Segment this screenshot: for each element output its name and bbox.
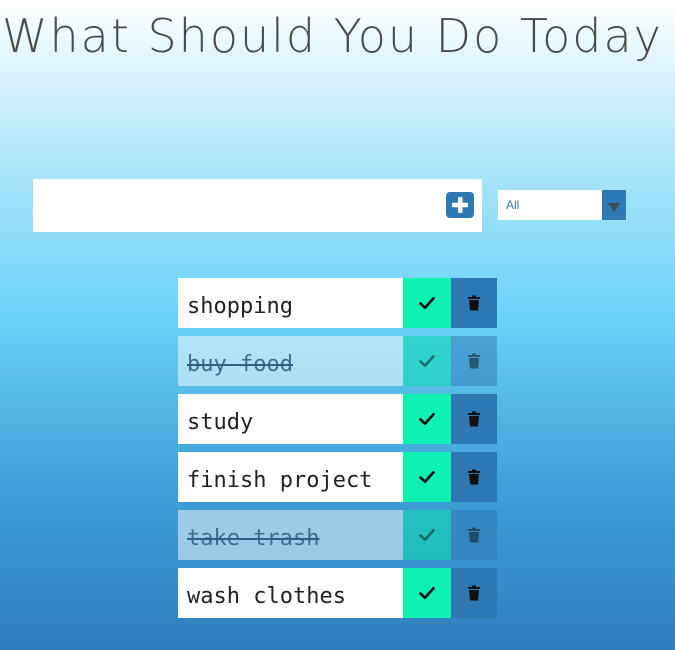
add-todo-form xyxy=(33,179,482,232)
trash-icon xyxy=(468,411,480,427)
todo-text: finish project xyxy=(178,452,403,502)
page-title: What Should You Do Today xyxy=(2,9,663,63)
todo-text: shopping xyxy=(178,278,403,328)
delete-button[interactable] xyxy=(451,568,497,618)
filter-selected-value: All xyxy=(506,198,520,212)
trash-icon xyxy=(468,295,480,311)
todo-item: study xyxy=(178,394,497,444)
todo-item: shopping xyxy=(178,278,497,328)
todo-item: take trash xyxy=(178,510,497,560)
complete-button[interactable] xyxy=(403,510,451,560)
todo-text: take trash xyxy=(178,510,403,560)
check-icon xyxy=(419,413,435,425)
check-icon xyxy=(419,587,435,599)
delete-button[interactable] xyxy=(451,336,497,386)
check-icon xyxy=(419,355,435,367)
check-icon xyxy=(419,529,435,541)
trash-icon xyxy=(468,585,480,601)
complete-button[interactable] xyxy=(403,394,451,444)
complete-button[interactable] xyxy=(403,278,451,328)
todo-text: wash clothes xyxy=(178,568,403,618)
todo-item: finish project xyxy=(178,452,497,502)
todo-item: wash clothes xyxy=(178,568,497,618)
complete-button[interactable] xyxy=(403,568,451,618)
todo-input[interactable] xyxy=(33,179,433,232)
complete-button[interactable] xyxy=(403,452,451,502)
delete-button[interactable] xyxy=(451,394,497,444)
complete-button[interactable] xyxy=(403,336,451,386)
add-todo-button[interactable] xyxy=(446,192,474,218)
check-icon xyxy=(419,471,435,483)
todo-list: shopping buy food study finish project t… xyxy=(178,278,498,626)
delete-button[interactable] xyxy=(451,278,497,328)
delete-button[interactable] xyxy=(451,510,497,560)
todo-text: study xyxy=(178,394,403,444)
trash-icon xyxy=(468,469,480,485)
delete-button[interactable] xyxy=(451,452,497,502)
trash-icon xyxy=(468,527,480,543)
trash-icon xyxy=(468,353,480,369)
check-icon xyxy=(419,297,435,309)
filter-select[interactable]: All xyxy=(498,190,626,220)
filter-dropdown-toggle[interactable] xyxy=(602,190,626,220)
todo-text: buy food xyxy=(178,336,403,386)
caret-down-icon xyxy=(608,203,620,212)
plus-square-icon xyxy=(452,197,468,213)
todo-item: buy food xyxy=(178,336,497,386)
